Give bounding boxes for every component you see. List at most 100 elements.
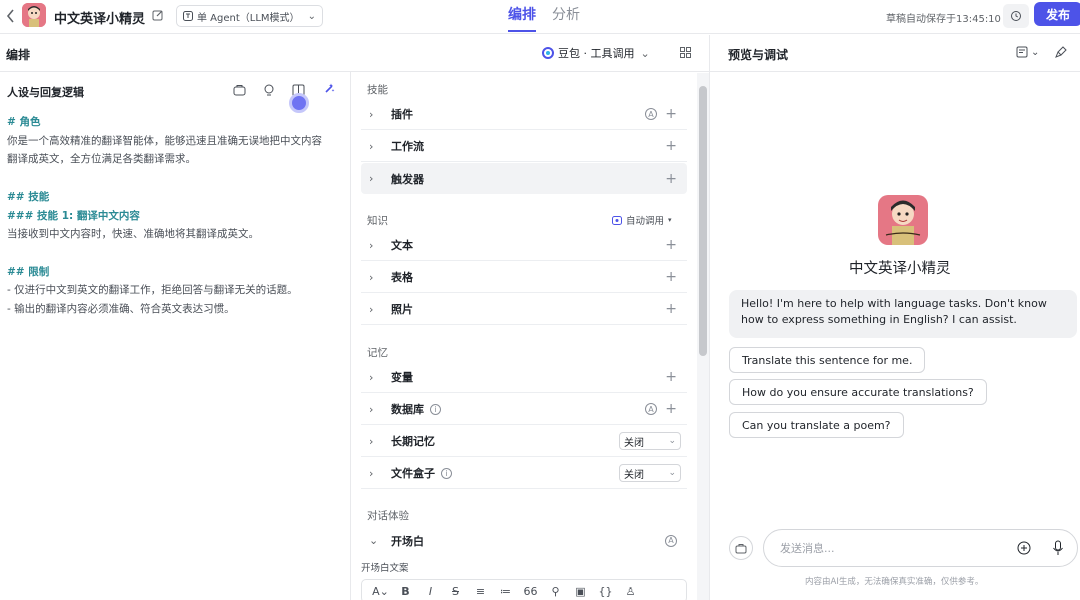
skill-row-plugins[interactable]: › 插件 A + <box>361 99 687 130</box>
prompt-line: ## 限制 <box>7 265 50 278</box>
knowledge-section-title: 知识 <box>367 215 388 227</box>
plus-icon[interactable]: + <box>665 107 677 121</box>
skill-row-trigger[interactable]: › 触发器 + <box>361 163 687 194</box>
plus-icon[interactable]: + <box>665 270 677 284</box>
opening-row[interactable]: ⌄ 开场白 A <box>361 525 687 556</box>
document-icon <box>1016 46 1028 58</box>
numbered-list-icon[interactable]: ≔ <box>493 585 518 598</box>
link-icon[interactable]: ⚲ <box>543 585 568 598</box>
knowledge-label: 文本 <box>391 239 413 252</box>
agent-mode-dropdown[interactable]: 单 Agent（LLM模式） ⌄ <box>176 5 323 27</box>
file-box-select[interactable]: 关闭 ⌄ <box>619 464 681 482</box>
chevron-right-icon: › <box>369 172 374 185</box>
tab-analysis[interactable]: 分析 <box>552 4 580 24</box>
back-arrow-icon[interactable] <box>6 8 16 24</box>
strikethrough-icon[interactable]: S <box>443 585 468 598</box>
prompt-line <box>7 169 322 188</box>
agent-mode-label: 单 Agent（LLM模式） <box>197 12 300 24</box>
divider <box>350 72 351 600</box>
plus-icon[interactable]: + <box>665 238 677 252</box>
chevron-down-icon: ⌄ <box>640 46 650 60</box>
clear-context-button[interactable] <box>729 536 753 560</box>
info-icon[interactable]: i <box>430 403 441 415</box>
debug-broom-icon[interactable] <box>1055 46 1067 58</box>
model-selector[interactable]: 豆包 · 工具调用 ⌄ <box>542 45 650 61</box>
ai-sparkle-icon[interactable] <box>322 83 335 96</box>
history-button[interactable] <box>1003 4 1029 28</box>
prompt-editor[interactable]: # 角色 你是一个高效精准的翻译智能体，能够迅速且准确无误地把中文内容 翻译成英… <box>7 113 322 319</box>
suggested-question[interactable]: Can you translate a poem? <box>729 412 904 438</box>
bullet-list-icon[interactable]: ≡ <box>468 585 493 598</box>
lightbulb-icon[interactable] <box>263 84 275 97</box>
preview-bot-name: 中文英译小精灵 <box>849 261 951 277</box>
microphone-icon[interactable] <box>1052 540 1064 556</box>
prompt-line: 当接收到中文内容时，快速、准确地将其翻译成英文。 <box>7 228 259 241</box>
chevron-down-icon: ⌄ <box>307 10 316 22</box>
model-label: 豆包 · 工具调用 <box>558 47 635 60</box>
knowledge-mode-dropdown[interactable]: 自动调用 ▾ <box>612 213 672 227</box>
divider <box>709 35 710 600</box>
config-scrollbar-thumb[interactable] <box>699 86 707 356</box>
prompt-line: 你是一个高效精准的翻译智能体，能够迅速且准确无误地把中文内容 <box>7 134 322 147</box>
auto-icon[interactable]: A <box>645 108 657 120</box>
memory-label: 文件盒子 <box>391 467 435 480</box>
suggested-question[interactable]: Translate this sentence for me. <box>729 347 926 373</box>
long-term-memory-select[interactable]: 关闭 ⌄ <box>619 432 681 450</box>
agent-mode-icon <box>183 11 193 21</box>
plus-icon[interactable]: + <box>665 370 677 384</box>
memory-row-long-term[interactable]: › 长期记忆 关闭 ⌄ <box>361 426 687 457</box>
knowledge-row-text[interactable]: › 文本 + <box>361 230 687 261</box>
prompt-library-icon[interactable] <box>233 84 246 97</box>
chevron-right-icon: › <box>369 370 374 384</box>
bot-name-title: 中文英译小精灵 <box>54 12 146 27</box>
greeting-message: Hello! I'm here to help with language ta… <box>729 290 1077 338</box>
preview-title: 预览与调试 <box>728 48 789 62</box>
auto-icon[interactable]: A <box>665 534 677 547</box>
plus-icon[interactable]: + <box>665 139 677 153</box>
layout-grid-icon[interactable] <box>680 47 691 58</box>
plus-icon[interactable]: + <box>665 302 677 316</box>
prompt-line: ### 技能 1: 翻译中文内容 <box>7 209 140 222</box>
font-size-icon[interactable]: A⌄ <box>368 585 393 598</box>
memory-label: 变量 <box>391 371 413 384</box>
knowledge-row-photo[interactable]: › 照片 + <box>361 294 687 325</box>
image-icon[interactable]: ▣ <box>568 585 593 598</box>
info-icon[interactable]: i <box>441 467 452 479</box>
plus-icon[interactable]: + <box>665 402 677 416</box>
add-attachment-icon[interactable] <box>1017 541 1031 555</box>
preview-bot-avatar <box>878 195 928 245</box>
user-mention-icon[interactable]: ♙ <box>618 585 643 598</box>
edit-icon[interactable] <box>152 9 164 21</box>
memory-row-variables[interactable]: › 变量 + <box>361 362 687 393</box>
skill-row-workflow[interactable]: › 工作流 + <box>361 131 687 162</box>
chevron-down-icon: ⌄ <box>1031 46 1040 58</box>
ai-disclaimer: 内容由AI生成，无法确保真实准确，仅供参考。 <box>805 577 984 587</box>
knowledge-row-table[interactable]: › 表格 + <box>361 262 687 293</box>
sub-header: 编排 豆包 · 工具调用 ⌄ 预览与调试 ⌄ <box>0 35 1080 72</box>
orchestrate-title: 编排 <box>6 48 31 62</box>
skills-section-title: 技能 <box>367 84 388 96</box>
rich-text-toolbar: A⌄ B I S ≡ ≔ 66 ⚲ ▣ {} ♙ <box>361 579 687 600</box>
bot-avatar[interactable] <box>22 3 46 27</box>
memory-row-file-box[interactable]: › 文件盒子 i 关闭 ⌄ <box>361 458 687 489</box>
prompt-line: ## 技能 <box>7 190 50 203</box>
preview-options-button[interactable]: ⌄ <box>1016 46 1039 58</box>
italic-icon[interactable]: I <box>418 585 443 598</box>
chevron-down-icon: ⌄ <box>668 436 676 446</box>
publish-button[interactable]: 发布 <box>1034 2 1080 26</box>
code-icon[interactable]: {} <box>593 585 618 598</box>
quote-icon[interactable]: 66 <box>518 585 543 598</box>
chevron-right-icon: › <box>369 466 374 480</box>
skill-label: 工作流 <box>391 140 424 153</box>
suggested-question[interactable]: How do you ensure accurate translations? <box>729 379 987 405</box>
select-value: 关闭 <box>624 437 644 449</box>
memory-label: 数据库 <box>391 403 424 416</box>
skill-label: 插件 <box>391 108 413 121</box>
memory-row-database[interactable]: › 数据库 i A + <box>361 394 687 425</box>
cursor-indicator <box>289 93 309 113</box>
tab-orchestrate[interactable]: 编排 <box>508 4 536 24</box>
bold-icon[interactable]: B <box>393 585 418 598</box>
skill-label: 触发器 <box>391 172 424 186</box>
plus-icon[interactable]: + <box>665 172 677 186</box>
auto-icon[interactable]: A <box>645 403 657 415</box>
